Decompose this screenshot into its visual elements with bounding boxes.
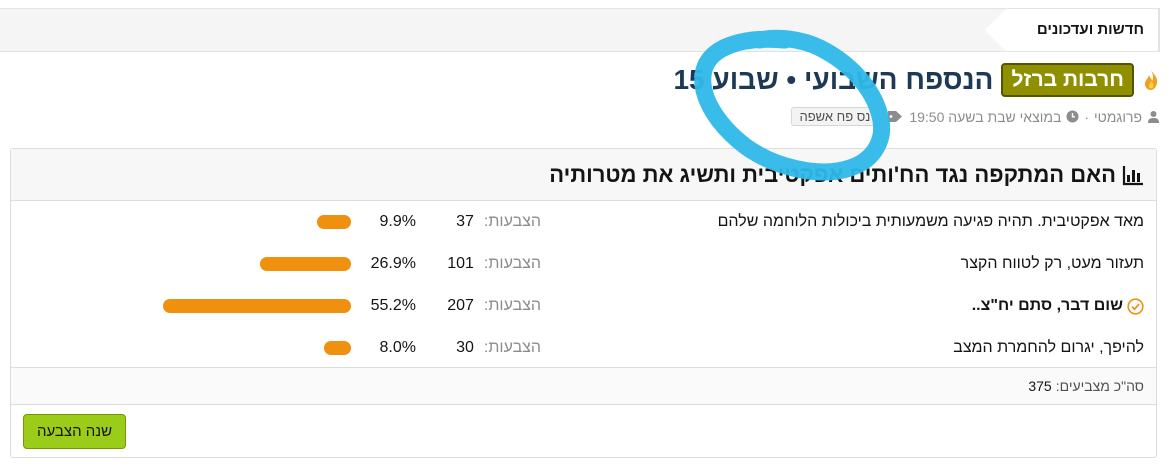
poll-bar — [259, 257, 351, 271]
breadcrumb-item-news[interactable]: חדשות ועדכונים — [984, 8, 1159, 52]
poll-option-votes: הצבעות: 207 — [441, 297, 541, 315]
bar-chart-icon — [1122, 164, 1144, 186]
poll-option-text: להיפך, יגרום להחמרת המצב — [953, 339, 1144, 356]
poll-option-votes: הצבעות: 30 — [441, 339, 541, 357]
poll-option-votes: הצבעות: 101 — [441, 255, 541, 273]
poll-option-percent: 26.9% — [370, 255, 416, 272]
poll-bar — [323, 341, 351, 355]
breadcrumb: חדשות ועדכונים — [0, 8, 1160, 52]
user-icon — [1147, 110, 1160, 123]
tag-chip[interactable]: נס פח אשפה — [791, 107, 879, 126]
thread-prefix-badge[interactable]: חרבות ברזל — [1001, 63, 1134, 97]
poll-option-votes: הצבעות: 37 — [441, 213, 541, 231]
poll-total-label: סה"כ מצביעים: — [1055, 378, 1144, 394]
poll-option-text: שום דבר, סתם יח"צ.. — [971, 297, 1123, 314]
tag-icon — [887, 110, 904, 123]
check-circle-icon — [1127, 297, 1144, 315]
author-link[interactable]: פרוגמטי — [1094, 109, 1142, 125]
clock-icon — [1066, 110, 1079, 123]
poll-header: האם המתקפה נגד הח'ותים אפקטיבית ותשיג את… — [11, 149, 1156, 201]
change-vote-button[interactable]: שנה הצבעה — [23, 414, 127, 449]
poll-option-row: תעזור מעט, רק לטווח הקצר הצבעות: 101 26.9% — [11, 243, 1156, 285]
votes-count: 101 — [447, 255, 474, 272]
poll-option-percent: 9.9% — [379, 213, 416, 230]
poll-option-text: תעזור מעט, רק לטווח הקצר — [960, 255, 1144, 272]
poll-total-value: 375 — [1028, 378, 1052, 394]
votes-label: הצבעות: — [483, 297, 541, 314]
thread-meta: פרוגמטי · במוצאי שבת בשעה 19:50 נס פח אש… — [791, 107, 1160, 126]
thread-title-row: חרבות ברזל הנספח השבועי • שבוע 15 — [673, 63, 1160, 97]
votes-count: 207 — [447, 297, 474, 314]
flame-icon — [1142, 69, 1160, 91]
poll-bar-track — [11, 215, 351, 229]
votes-label: הצבעות: — [483, 255, 541, 272]
poll-option-label: תעזור מעט, רק לטווח הקצר — [961, 255, 1144, 273]
poll-block: האם המתקפה נגד הח'ותים אפקטיבית ותשיג את… — [10, 148, 1157, 458]
votes-count: 30 — [456, 339, 474, 356]
poll-option-label: להיפך, יגרום להחמרת המצב — [953, 339, 1144, 357]
thread-page: חדשות ועדכונים חרבות ברזל הנספח השבועי •… — [0, 0, 1170, 467]
votes-label: הצבעות: — [483, 213, 541, 230]
poll-option-row: שום דבר, סתם יח"צ.. הצבעות: 207 55.2% — [11, 285, 1156, 327]
poll-results: מאד אפקטיבית. תהיה פגיעה משמעותית ביכולו… — [11, 201, 1156, 369]
poll-bar — [163, 299, 351, 313]
votes-count: 37 — [456, 213, 474, 230]
poll-question: האם המתקפה נגד הח'ותים אפקטיבית ותשיג את… — [549, 161, 1116, 187]
votes-label: הצבעות: — [483, 339, 541, 356]
poll-total: סה"כ מצביעים:375 — [11, 367, 1156, 405]
meta-separator: · — [1084, 108, 1090, 125]
poll-option-percent: 8.0% — [379, 339, 416, 356]
post-date-link[interactable]: במוצאי שבת בשעה 19:50 — [909, 109, 1061, 125]
poll-bar-track — [11, 257, 351, 271]
poll-bar-track — [11, 299, 351, 313]
poll-option-text: מאד אפקטיבית. תהיה פגיעה משמעותית ביכולו… — [717, 213, 1144, 230]
poll-option-percent: 55.2% — [370, 297, 416, 314]
poll-option-label: מאד אפקטיבית. תהיה פגיעה משמעותית ביכולו… — [718, 213, 1144, 231]
poll-bar — [317, 215, 351, 229]
poll-option-row: להיפך, יגרום להחמרת המצב הצבעות: 30 8.0% — [11, 327, 1156, 369]
poll-bar-track — [11, 341, 351, 355]
poll-option-row: מאד אפקטיבית. תהיה פגיעה משמעותית ביכולו… — [11, 201, 1156, 243]
poll-option-label: שום דבר, סתם יח"צ.. — [972, 297, 1144, 315]
page-title: הנספח השבועי • שבוע 15 — [673, 64, 994, 95]
